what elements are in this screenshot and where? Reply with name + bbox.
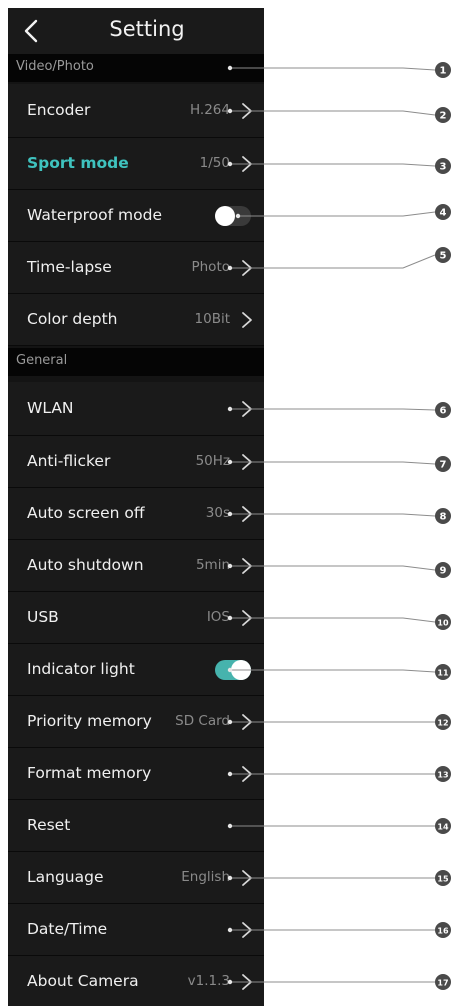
callout-badge-8: 8 bbox=[435, 508, 451, 524]
callout-line-8 bbox=[230, 513, 436, 517]
callout-anchor-dot bbox=[227, 265, 233, 271]
callout-number: 13 bbox=[437, 771, 448, 780]
callout-number: 12 bbox=[437, 719, 448, 728]
callout-badge-15: 15 bbox=[435, 870, 451, 886]
callout-line-4 bbox=[238, 211, 436, 217]
callout-anchor-dot bbox=[227, 927, 233, 933]
callout-line-5 bbox=[230, 254, 436, 269]
callout-anchor-dot bbox=[227, 406, 233, 412]
callout-line-1 bbox=[230, 67, 436, 71]
callout-anchor-dot bbox=[227, 161, 233, 167]
callout-number: 4 bbox=[440, 208, 447, 219]
callout-line-9 bbox=[230, 565, 436, 571]
callout-badge-4: 4 bbox=[435, 204, 451, 220]
callout-number: 15 bbox=[437, 875, 449, 884]
callout-anchor-dot bbox=[227, 771, 233, 777]
callout-line-2 bbox=[230, 110, 436, 116]
callout-layer: 1234567891011121314151617 bbox=[227, 62, 451, 990]
callout-number: 2 bbox=[440, 111, 447, 122]
callout-number: 7 bbox=[440, 460, 447, 471]
callout-anchor-dot bbox=[227, 459, 233, 465]
callout-number: 16 bbox=[437, 927, 449, 936]
callout-anchor-dot bbox=[227, 979, 233, 985]
callout-line-7 bbox=[230, 461, 436, 465]
callout-badge-7: 7 bbox=[435, 456, 451, 472]
callout-anchor-dot bbox=[227, 563, 233, 569]
callout-badge-3: 3 bbox=[435, 158, 451, 174]
callout-badge-9: 9 bbox=[435, 562, 451, 578]
callout-line-11 bbox=[230, 669, 436, 673]
callout-number: 9 bbox=[440, 566, 447, 577]
callout-anchor-dot bbox=[227, 823, 233, 829]
callout-line-6 bbox=[230, 408, 436, 411]
callout-anchor-dot bbox=[227, 615, 233, 621]
callout-badge-2: 2 bbox=[435, 107, 451, 123]
callout-number: 14 bbox=[437, 823, 449, 832]
callout-number: 17 bbox=[437, 979, 448, 988]
callout-badge-11: 11 bbox=[435, 664, 451, 680]
callout-line-3 bbox=[230, 163, 436, 167]
callout-badge-17: 17 bbox=[435, 974, 451, 990]
callout-number: 3 bbox=[440, 162, 447, 173]
callout-number: 10 bbox=[437, 619, 449, 628]
callout-anchor-dot bbox=[227, 108, 233, 114]
callout-anchor-dot bbox=[227, 667, 233, 673]
callout-number: 8 bbox=[440, 512, 447, 523]
callout-number: 11 bbox=[437, 669, 449, 678]
callout-anchor-dot bbox=[227, 511, 233, 517]
callout-badge-16: 16 bbox=[435, 922, 451, 938]
callout-badge-12: 12 bbox=[435, 714, 451, 730]
callout-badge-14: 14 bbox=[435, 818, 451, 834]
callout-anchor-dot bbox=[227, 875, 233, 881]
callout-number: 5 bbox=[440, 251, 447, 262]
callout-anchor-dot bbox=[227, 65, 233, 71]
callout-anchor-dot bbox=[235, 213, 241, 219]
callout-badge-1: 1 bbox=[435, 62, 451, 78]
callout-anchor-dot bbox=[227, 719, 233, 725]
callout-number: 6 bbox=[440, 406, 447, 417]
callout-line-10 bbox=[230, 617, 436, 623]
callout-number: 1 bbox=[440, 66, 447, 77]
callout-badge-10: 10 bbox=[435, 614, 451, 630]
callout-badge-13: 13 bbox=[435, 766, 451, 782]
callout-badge-5: 5 bbox=[435, 247, 451, 263]
callout-badge-6: 6 bbox=[435, 402, 451, 418]
